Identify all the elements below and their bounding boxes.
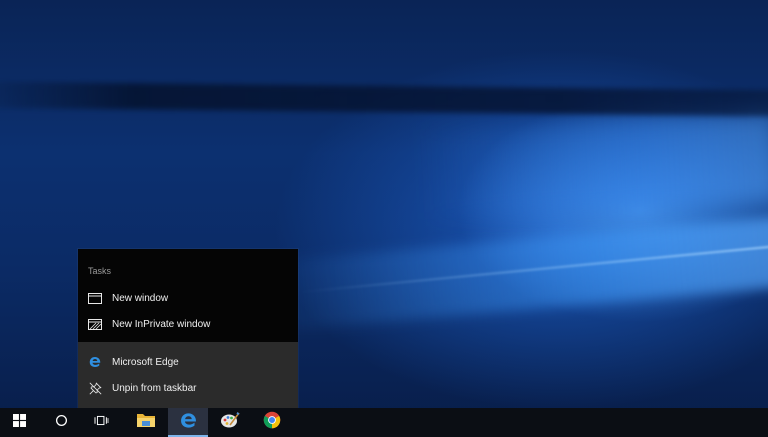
unpin-from-taskbar-item[interactable]: Unpin from taskbar: [78, 375, 298, 401]
paint-icon: [220, 411, 240, 434]
microsoft-edge-label: Microsoft Edge: [112, 356, 179, 368]
wallpaper-dark-band: [0, 81, 768, 117]
wallpaper-light-beam: [258, 213, 768, 333]
tasks-header: Tasks: [88, 266, 112, 276]
unpin-icon: [78, 381, 112, 395]
inprivate-window-icon: [78, 318, 112, 330]
microsoft-edge-taskbar-button[interactable]: [168, 408, 208, 437]
new-window-label: New window: [112, 292, 169, 304]
cortana-circle-icon: [55, 414, 68, 432]
chrome-taskbar-button[interactable]: [252, 408, 292, 437]
new-inprivate-window-item[interactable]: New InPrivate window: [78, 311, 298, 337]
unpin-from-taskbar-label: Unpin from taskbar: [112, 382, 197, 394]
wallpaper-light-beam: [417, 110, 768, 220]
file-explorer-button[interactable]: [126, 408, 166, 437]
window-icon: [78, 292, 112, 304]
task-view-icon: [94, 414, 109, 432]
taskbar: [0, 408, 768, 437]
edge-jump-list: Tasks New window New InPrivate window Mi…: [78, 249, 298, 408]
edge-icon: [180, 412, 197, 434]
edge-icon: [78, 356, 112, 368]
cortana-button[interactable]: [42, 408, 80, 437]
start-button[interactable]: [0, 408, 38, 437]
windows-logo-icon: [12, 413, 26, 432]
folder-icon: [136, 412, 156, 433]
chrome-icon: [263, 411, 281, 434]
microsoft-edge-item[interactable]: Microsoft Edge: [78, 349, 298, 375]
new-window-item[interactable]: New window: [78, 285, 298, 311]
desktop-wallpaper: Tasks New window New InPrivate window Mi…: [0, 0, 768, 437]
new-inprivate-window-label: New InPrivate window: [112, 318, 211, 330]
pinned-app-section: Microsoft Edge Unpin from taskbar: [78, 342, 298, 408]
paint-taskbar-button[interactable]: [210, 408, 250, 437]
task-view-button[interactable]: [82, 408, 120, 437]
